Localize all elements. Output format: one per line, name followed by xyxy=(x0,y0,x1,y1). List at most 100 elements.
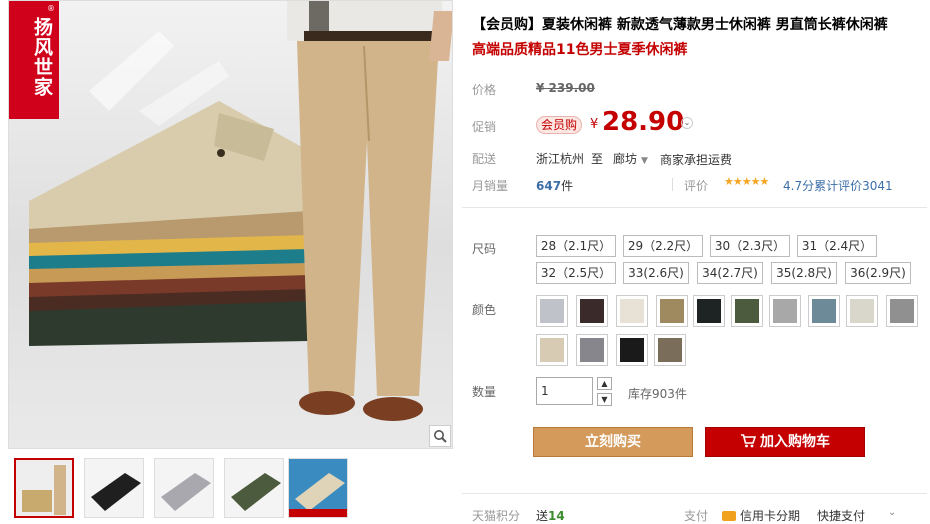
product-photo xyxy=(29,1,452,421)
color-swatch[interactable] xyxy=(576,334,608,366)
size-option-33[interactable]: 33(2.6尺) xyxy=(623,262,689,284)
swatch-fill xyxy=(735,299,759,323)
promo-label: 促销 xyxy=(472,120,497,134)
points-prefix: 送 xyxy=(536,509,549,523)
quantity-decrease-button[interactable]: ▼ xyxy=(597,393,612,406)
thumbnail-1[interactable] xyxy=(14,458,74,518)
buy-now-label: 立刻购买 xyxy=(585,434,641,450)
swatch-fill xyxy=(580,338,604,362)
thumbnail-2[interactable] xyxy=(84,458,144,518)
swatch-fill xyxy=(658,338,682,362)
size-option-28[interactable]: 28（2.1尺） xyxy=(536,235,616,257)
color-swatch[interactable] xyxy=(616,334,648,366)
swatch-fill xyxy=(580,299,604,323)
monthly-sales-label: 月销量 xyxy=(472,179,509,193)
points-label: 天猫积分 xyxy=(472,509,521,523)
color-label: 颜色 xyxy=(472,303,497,317)
thumbnail-image xyxy=(289,459,347,517)
price-label: 价格 xyxy=(472,83,497,97)
monthly-sales: 647件 xyxy=(536,177,573,194)
brand-logo: ® 扬风世家 xyxy=(9,1,59,119)
product-subtitle: 高端品质精品11色男士夏季休闲裤 xyxy=(472,42,688,58)
chevron-down-icon[interactable]: ⌄ xyxy=(681,117,693,129)
thumbnail-strip xyxy=(14,458,454,522)
zoom-button[interactable] xyxy=(429,425,451,447)
swatch-fill xyxy=(812,299,836,323)
points: 送14 xyxy=(536,507,565,524)
swatch-fill xyxy=(697,299,721,323)
color-swatch[interactable] xyxy=(808,295,840,327)
size-option-32[interactable]: 32（2.5尺） xyxy=(536,262,616,284)
size-label: 尺码 xyxy=(472,242,497,256)
thumbnail-image xyxy=(225,459,283,517)
color-swatch[interactable] xyxy=(886,295,918,327)
pay-label: 支付 xyxy=(684,509,709,523)
promo-price: 28.90 xyxy=(602,107,685,137)
chevron-down-icon[interactable]: ⌄ xyxy=(888,507,896,518)
ship-from: 浙江杭州 xyxy=(536,152,585,166)
ship-to-word: 至 xyxy=(591,152,604,166)
zoom-icon xyxy=(434,430,447,443)
swatch-fill xyxy=(540,338,564,362)
brand-logo-text: 扬风世家 xyxy=(31,17,53,97)
thumbnail-image xyxy=(16,460,72,516)
color-swatch[interactable] xyxy=(693,295,725,327)
monthly-sales-unit: 件 xyxy=(561,179,574,193)
credit-card-installment[interactable]: 信用卡分期 xyxy=(722,507,800,524)
quantity-input[interactable] xyxy=(536,377,593,405)
currency-symbol: ¥ xyxy=(590,117,599,132)
swatch-fill xyxy=(850,299,874,323)
credit-card-label: 信用卡分期 xyxy=(740,509,801,523)
size-option-29[interactable]: 29（2.2尺） xyxy=(623,235,703,257)
product-title: 【会员购】夏装休闲裤 新款透气薄款男士休闲裤 男直筒长裤休闲裤 xyxy=(472,17,888,33)
quantity-increase-button[interactable]: ▲ xyxy=(597,377,612,390)
add-to-cart-button[interactable]: 加入购物车 xyxy=(705,427,865,457)
thumbnail-3[interactable] xyxy=(154,458,214,518)
rating-label: 评价 xyxy=(684,179,709,193)
cart-icon xyxy=(741,434,757,448)
stock-count: 库存903件 xyxy=(628,387,687,401)
add-to-cart-label: 加入购物车 xyxy=(760,434,830,450)
thumbnail-5[interactable] xyxy=(288,458,348,518)
size-option-34[interactable]: 34(2.7尺) xyxy=(697,262,763,284)
caret-down-icon: ▼ xyxy=(641,156,648,166)
swatch-fill xyxy=(773,299,797,323)
color-swatch[interactable] xyxy=(656,295,688,327)
ship-to: 廊坊 xyxy=(613,152,638,166)
color-swatch[interactable] xyxy=(616,295,648,327)
shipping-fee: 商家承担运费 xyxy=(660,153,733,167)
ship-to-select[interactable]: 廊坊 ▼ xyxy=(613,150,648,167)
color-swatch[interactable] xyxy=(536,295,568,327)
thumbnail-image xyxy=(155,459,213,517)
divider xyxy=(672,178,673,191)
swatch-fill xyxy=(620,299,644,323)
thumbnail-image xyxy=(85,459,143,517)
rating-text[interactable]: 4.7分累计评价3041 xyxy=(783,177,893,194)
color-swatch[interactable] xyxy=(576,295,608,327)
points-value: 14 xyxy=(548,509,565,523)
express-pay[interactable]: 快捷支付 xyxy=(817,507,865,524)
registered-mark: ® xyxy=(47,4,55,13)
swatch-fill xyxy=(540,299,564,323)
swatch-fill xyxy=(660,299,684,323)
size-option-35[interactable]: 35(2.8尺) xyxy=(771,262,837,284)
member-tag: 会员购 xyxy=(536,116,582,134)
color-swatch[interactable] xyxy=(769,295,801,327)
color-swatch[interactable] xyxy=(731,295,763,327)
size-option-30[interactable]: 30（2.3尺） xyxy=(710,235,790,257)
divider xyxy=(462,493,927,494)
rating-stars: ★★★★★ xyxy=(724,175,769,188)
shipping-label: 配送 xyxy=(472,152,497,166)
credit-card-icon xyxy=(722,511,736,521)
quantity-label: 数量 xyxy=(472,385,497,399)
color-swatch[interactable] xyxy=(846,295,878,327)
color-swatch[interactable] xyxy=(536,334,568,366)
color-swatch[interactable] xyxy=(654,334,686,366)
swatch-fill xyxy=(620,338,644,362)
buy-now-button[interactable]: 立刻购买 xyxy=(533,427,693,457)
size-option-36[interactable]: 36(2.9尺) xyxy=(845,262,911,284)
size-option-31[interactable]: 31（2.4尺） xyxy=(797,235,877,257)
thumbnail-4[interactable] xyxy=(224,458,284,518)
monthly-sales-value: 647 xyxy=(536,179,562,193)
main-product-image[interactable]: ® 扬风世家 xyxy=(8,0,453,449)
